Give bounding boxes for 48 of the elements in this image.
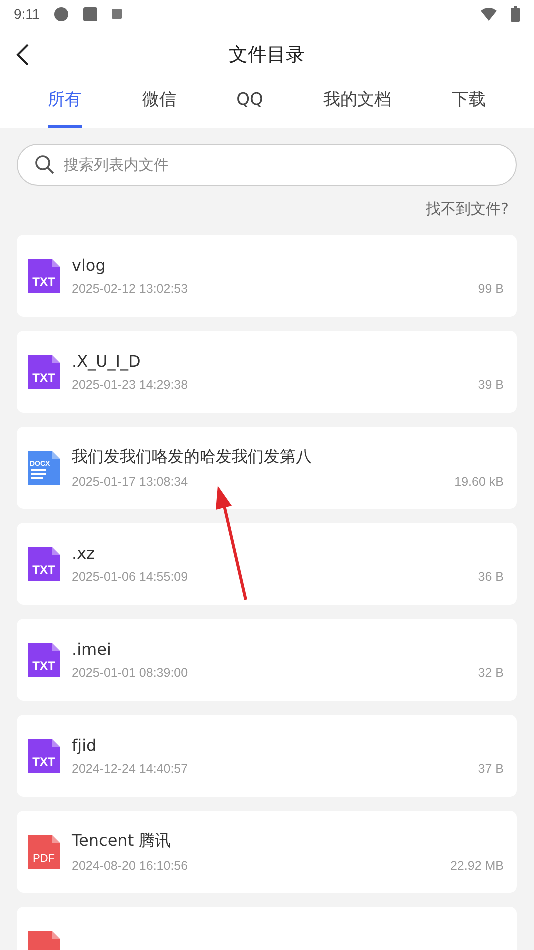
tab[interactable]: QQ <box>236 82 264 128</box>
wifi-icon <box>481 8 497 20</box>
file-name: Tencent 腾讯 <box>72 831 172 852</box>
file-card[interactable]: TXT .imei 2025-01-01 08:39:00 32 B <box>17 619 517 701</box>
file-name: .xz <box>72 544 96 563</box>
file-name: vlog <box>72 256 107 275</box>
file-icon: TXT <box>26 257 62 295</box>
status-time: 9:11 <box>14 6 40 22</box>
page-title: 文件目录 <box>229 43 305 68</box>
file-card[interactable]: TXT .xz 2025-01-06 14:55:09 36 B <box>17 523 517 605</box>
file-date: 2025-02-12 13:02:53 <box>72 282 188 296</box>
tab[interactable]: 所有 <box>48 82 82 128</box>
file-icon: TXT <box>26 737 62 775</box>
file-icon: TXT <box>26 545 62 583</box>
file-date: 2024-12-24 14:40:57 <box>72 762 188 776</box>
file-card[interactable]: TXT fjid 2024-12-24 14:40:57 37 B <box>17 715 517 797</box>
file-size: 37 B <box>478 762 504 776</box>
search-icon <box>35 155 55 175</box>
file-name: .X_U_I_D <box>72 352 142 371</box>
help-link[interactable]: 找不到文件? <box>426 200 509 219</box>
small-square-icon <box>112 9 122 19</box>
file-name: 我们发我们咯发的哈发我们发第八 <box>72 447 313 468</box>
battery-icon <box>511 6 520 22</box>
file-name: .imei <box>72 640 112 659</box>
file-card[interactable]: PDF Tencent 腾讯 2024-08-20 16:10:56 22.92 MB <box>17 811 517 893</box>
file-date: 2025-01-23 14:29:38 <box>72 378 188 392</box>
file-size: 32 B <box>478 666 504 680</box>
tab[interactable]: 微信 <box>142 82 176 128</box>
file-icon: TXT <box>26 353 62 391</box>
tab[interactable]: 下载 <box>452 82 486 128</box>
file-date: 2025-01-01 08:39:00 <box>72 666 188 680</box>
file-icon: PDF <box>26 833 62 871</box>
file-size: 19.60 kB <box>454 475 504 489</box>
file-size: 39 B <box>478 378 504 392</box>
file-size: 22.92 MB <box>450 859 504 873</box>
file-date: 2025-01-17 13:08:34 <box>72 475 188 489</box>
file-card[interactable]: TXT vlog 2025-02-12 13:02:53 99 B <box>17 235 517 317</box>
circle-icon <box>54 6 70 22</box>
file-size: 36 B <box>478 570 504 584</box>
file-date: 2024-08-20 16:10:56 <box>72 859 188 873</box>
search-field[interactable]: 搜索列表内文件 <box>17 144 517 186</box>
file-date: 2025-01-06 14:55:09 <box>72 570 188 584</box>
file-size: 99 B <box>478 282 504 296</box>
file-name: fjid <box>72 736 98 755</box>
tab[interactable]: 我的文档 <box>324 82 392 128</box>
square-icon <box>83 6 98 22</box>
file-card[interactable]: TXT .X_U_I_D 2025-01-23 14:29:38 39 B <box>17 331 517 413</box>
file-icon: TXT <box>26 641 62 679</box>
